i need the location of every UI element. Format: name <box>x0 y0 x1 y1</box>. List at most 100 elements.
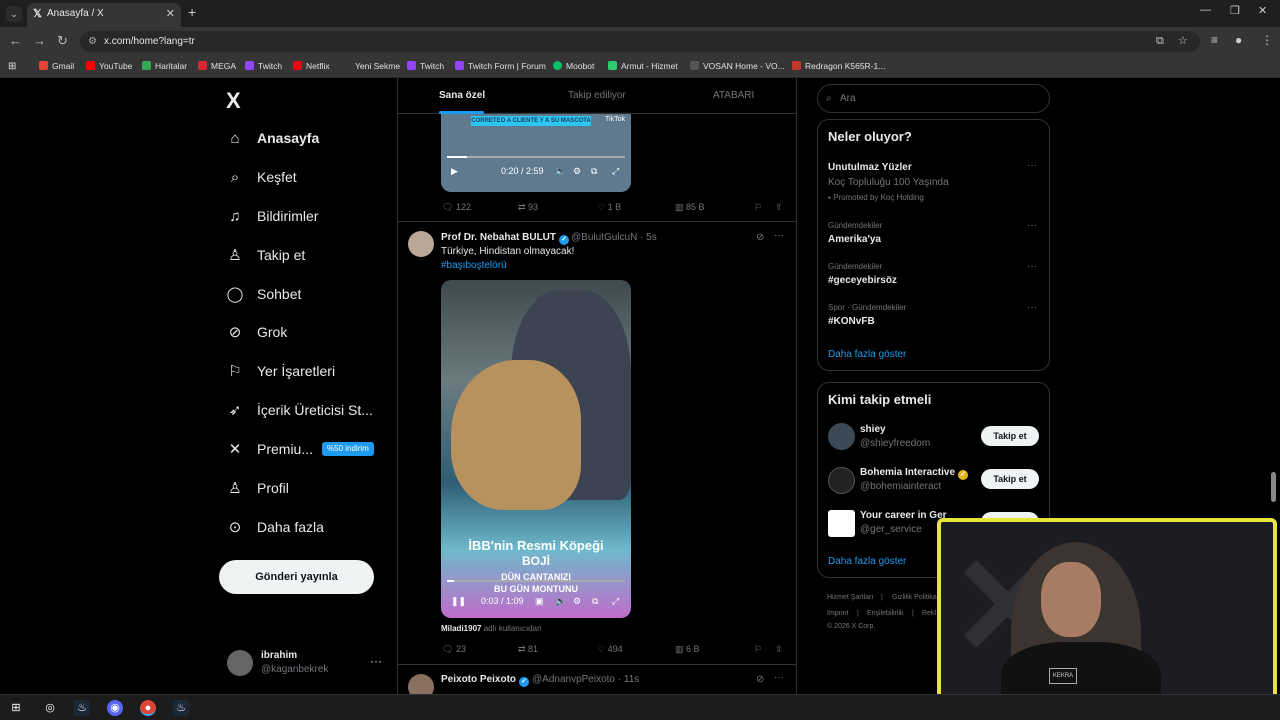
trend-title[interactable]: #geceyebirsöz <box>828 275 897 286</box>
media-icon[interactable]: ≡ <box>1211 33 1218 47</box>
grok-icon[interactable]: ⊘ <box>756 674 764 685</box>
bookmark-icon[interactable]: ⚐ <box>754 202 762 213</box>
nav-grok[interactable]: ⊘ Grok <box>225 317 288 347</box>
bookmark-item[interactable]: MEGA <box>198 61 236 71</box>
suggest-name[interactable]: Your career in Ger <box>860 510 947 521</box>
nav-premium[interactable]: ✕ Premiu... <box>225 434 313 464</box>
share-icon[interactable]: ⇧ <box>775 644 783 655</box>
video-player[interactable]: CORRETEO A CLIENTE Y A SU MASCOTA TikTok… <box>441 112 631 192</box>
trend-title[interactable]: Amerika'ya <box>828 234 881 245</box>
captions-icon[interactable]: ▣ <box>535 596 544 607</box>
bookmark-item[interactable]: Twitch <box>245 61 282 71</box>
avatar[interactable] <box>828 467 855 494</box>
bookmark-item[interactable]: Moobot <box>553 61 594 71</box>
video-player[interactable]: İBB'nin Resmi Köpeği BOJİ DÜN ÇANTANIZI … <box>441 280 631 618</box>
address-bar[interactable]: ⚙ x.com/home?lang=tr ⧉ ☆ <box>80 31 1200 52</box>
reply-button[interactable]: 🗨 122 <box>442 202 471 213</box>
pip-icon[interactable]: ⧉ <box>591 166 597 177</box>
post-button[interactable]: Gönderi yayınla <box>219 560 374 594</box>
post-handle[interactable]: @AdnanvpPeixoto · 11s <box>532 674 639 685</box>
suggest-name[interactable]: Bohemia Interactive ✓ <box>860 467 969 480</box>
bookmark-item[interactable]: VOSAN Home - VO... <box>690 61 785 71</box>
more-icon[interactable]: ··· <box>774 672 784 683</box>
pip-icon[interactable]: ⧉ <box>592 596 598 607</box>
avatar[interactable] <box>828 510 855 537</box>
suggest-name[interactable]: shiey <box>860 424 886 435</box>
nav-follow[interactable]: ♙ Takip et <box>225 240 305 270</box>
repost-button[interactable]: ⇄ 93 <box>518 202 538 213</box>
grok-icon[interactable]: ⊘ <box>756 232 764 243</box>
account-switcher[interactable]: ibrahim @kaganbekrek ··· <box>227 650 387 680</box>
post-handle[interactable]: @BulutGulcuN · 5s <box>571 232 657 243</box>
bookmark-item[interactable]: Redragon K565R-1... <box>792 61 885 71</box>
more-icon[interactable]: ··· <box>370 654 382 668</box>
reply-button[interactable]: 🗨 23 <box>442 644 466 655</box>
trend-title[interactable]: #KONvFB <box>828 316 875 327</box>
star-icon[interactable]: ☆ <box>1178 31 1188 52</box>
fullscreen-icon[interactable]: ⤢ <box>612 596 619 607</box>
app-icon[interactable]: ◎ <box>42 700 58 716</box>
video-progress-bar[interactable] <box>447 580 625 582</box>
share-icon[interactable]: ⇧ <box>775 202 783 213</box>
fullscreen-icon[interactable]: ⤢ <box>612 166 619 177</box>
chrome-icon[interactable]: ● <box>140 700 156 716</box>
tab-following[interactable]: Takip ediliyor <box>568 90 626 101</box>
video-progress-bar[interactable] <box>447 156 625 158</box>
bookmark-item[interactable]: YouTube <box>86 61 132 71</box>
more-icon[interactable]: ··· <box>774 230 784 241</box>
views-button[interactable]: ▥ 85 B <box>675 202 705 213</box>
minimize-icon[interactable]: — <box>1200 4 1211 16</box>
tab-for-you[interactable]: Sana özel <box>439 90 485 101</box>
post-hashtag[interactable]: #başıboştelörü <box>441 260 507 271</box>
page-scrollbar[interactable] <box>1271 472 1276 502</box>
footer-link[interactable]: Erişilebilirlik <box>867 610 904 617</box>
show-more-link[interactable]: Daha fazla göster <box>828 349 906 360</box>
nav-more[interactable]: ⊙ Daha fazla <box>225 512 324 542</box>
bookmark-item[interactable]: Armut - Hizmet <box>608 61 678 71</box>
forward-icon[interactable]: → <box>33 33 46 48</box>
like-button[interactable]: ♡ 494 <box>597 644 623 655</box>
avatar[interactable] <box>828 423 855 450</box>
tab-atabari[interactable]: ATABARI <box>713 90 754 101</box>
post-author[interactable]: Prof Dr. Nebahat BULUT ✓ <box>441 232 570 245</box>
volume-icon[interactable]: 🔈 <box>555 596 566 607</box>
post-author[interactable]: Peixoto Peixoto ✓ <box>441 674 530 687</box>
nav-creator-studio[interactable]: ➶ İçerik Üreticisi St... <box>225 395 373 425</box>
nav-profile[interactable]: ♙ Profil <box>225 473 289 503</box>
apps-grid-icon[interactable]: ⊞ <box>8 61 16 72</box>
install-icon[interactable]: ⧉ <box>1156 31 1164 52</box>
bookmark-icon[interactable]: ⚐ <box>754 644 762 655</box>
settings-icon[interactable]: ⚙ <box>573 166 581 177</box>
steam-icon[interactable]: ♨ <box>173 700 189 716</box>
footer-link[interactable]: Hizmet Şartları <box>827 594 873 601</box>
pause-icon[interactable]: ❚❚ <box>451 596 466 607</box>
nav-explore[interactable]: ⌕ Keşfet <box>225 162 297 192</box>
tab-search-button[interactable]: ⌄ <box>6 6 22 22</box>
new-tab-icon[interactable]: + <box>188 4 196 20</box>
browser-tab-active[interactable]: 𝕏 Anasayfa / X ✕ <box>27 3 181 27</box>
x-logo-icon[interactable]: X <box>226 88 241 114</box>
like-button[interactable]: ♡ 1 B <box>597 202 621 213</box>
search-input[interactable]: ⌕ Ara <box>817 84 1050 113</box>
promo-title[interactable]: Unutulmaz Yüzler <box>828 162 912 173</box>
volume-icon[interactable]: 🔈 <box>555 166 566 177</box>
more-icon[interactable]: ··· <box>1027 302 1037 313</box>
premium-discount-badge[interactable]: %50 indirim <box>322 442 374 456</box>
steam-icon[interactable]: ♨ <box>74 700 90 716</box>
bookmark-item[interactable]: Yeni Sekme <box>342 61 400 71</box>
play-icon[interactable]: ▶ <box>451 166 458 177</box>
more-icon[interactable]: ··· <box>1027 220 1037 231</box>
footer-link[interactable]: Imprint <box>827 610 848 617</box>
avatar[interactable] <box>408 674 434 694</box>
show-more-link[interactable]: Daha fazla göster <box>828 556 906 567</box>
views-button[interactable]: ▥ 6 B <box>675 644 700 655</box>
follow-button[interactable]: Takip et <box>981 469 1039 489</box>
bookmark-item[interactable]: Haritalar <box>142 61 187 71</box>
bookmark-item[interactable]: Gmail <box>39 61 74 71</box>
restore-icon[interactable]: ❐ <box>1230 4 1240 17</box>
site-info-icon[interactable]: ⚙ <box>88 31 97 52</box>
discord-icon[interactable]: ◉ <box>107 700 123 716</box>
reload-icon[interactable]: ↻ <box>57 33 68 49</box>
more-icon[interactable]: ··· <box>1027 160 1037 171</box>
windows-start-icon[interactable]: ⊞ <box>8 700 24 716</box>
